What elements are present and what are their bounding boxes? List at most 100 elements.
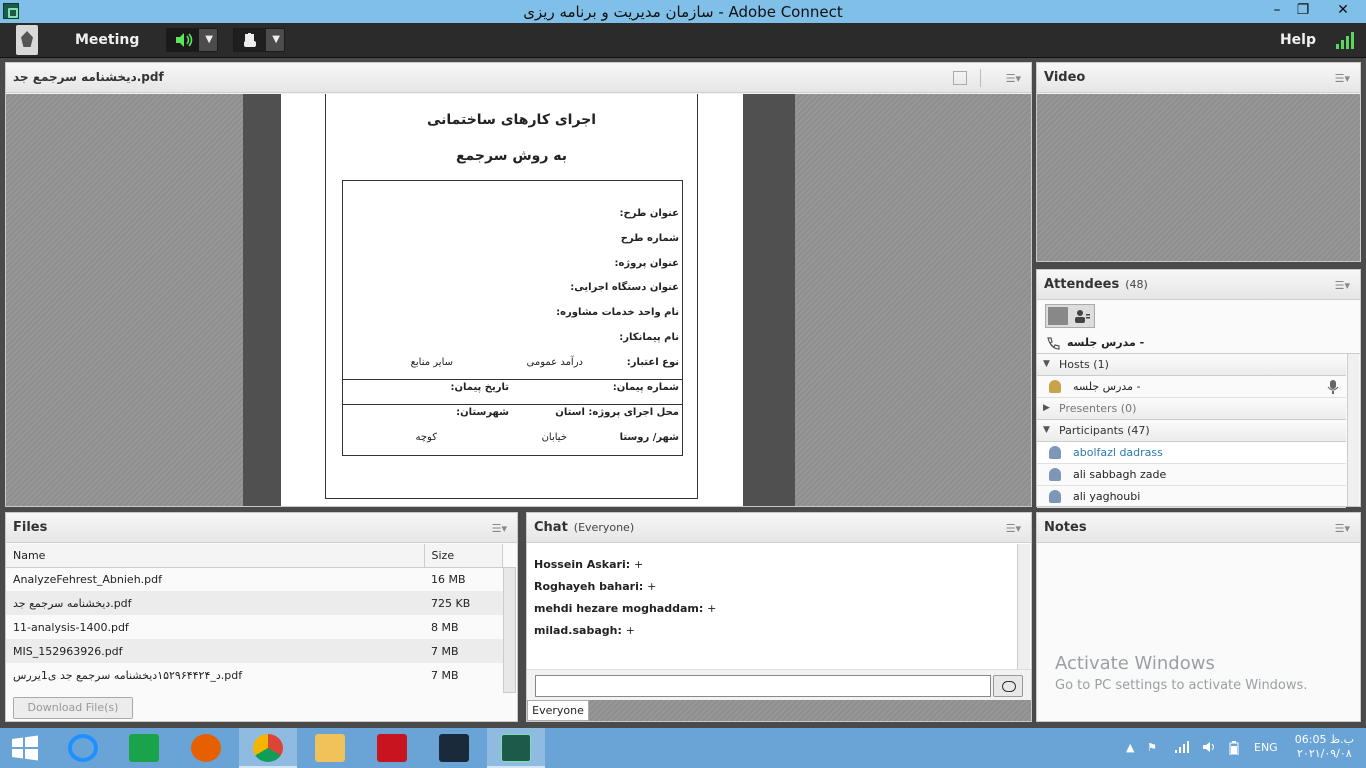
network-icon[interactable] <box>1175 741 1191 756</box>
presenters-section[interactable]: ▶ Presenters (0) <box>1037 398 1346 420</box>
table-row[interactable]: MIS_152963926.pdf 7 MB <box>6 639 503 663</box>
phone-icon <box>1047 337 1060 350</box>
chat-author: mehdi hezare moghaddam: <box>534 602 704 615</box>
list-view-icon[interactable] <box>1048 307 1068 325</box>
close-button[interactable]: ✕ <box>1328 0 1358 23</box>
send-message-button[interactable] <box>993 675 1023 697</box>
field-credit-other: سایر منابع <box>410 357 453 368</box>
column-header-size[interactable]: Size <box>424 544 503 568</box>
speaker-dropdown-icon[interactable]: ▼ <box>205 34 213 45</box>
raise-hand-control[interactable]: ▼ <box>233 28 285 52</box>
restore-button[interactable]: ❐ <box>1288 0 1318 23</box>
chat-message: Hossein Askari: + <box>534 558 1017 580</box>
video-pod-menu-icon[interactable]: ☰▾ <box>1335 72 1350 85</box>
download-files-button[interactable]: Download File(s) <box>13 697 133 719</box>
firefox-taskbar[interactable] <box>177 728 235 768</box>
status-view-icon[interactable] <box>1072 307 1092 325</box>
files-pod-menu-icon[interactable]: ☰▾ <box>492 522 507 535</box>
chat-author: Hossein Askari: <box>534 558 631 571</box>
field-contract-number: شماره پیمان: <box>612 382 679 393</box>
attendees-scrollbar[interactable] <box>1347 354 1359 506</box>
chat-pod-title: Chat (Everyone) <box>534 520 634 535</box>
tab-everyone[interactable]: Everyone <box>527 700 589 721</box>
file-explorer-taskbar[interactable] <box>301 728 359 768</box>
help-menu[interactable]: Help <box>1280 32 1316 48</box>
attendees-pod-header: Attendees (48) ☰▾ <box>1037 270 1360 300</box>
files-scrollbar[interactable] <box>503 567 516 693</box>
volume-icon[interactable] <box>1202 741 1216 756</box>
chat-input-row <box>527 669 1031 701</box>
file-size: 7 MB <box>431 668 459 682</box>
table-row[interactable]: د_۱۵۲۹۶۴۴۲۴دیخشنامه سرجمع جد ی1یررس.pdf 7… <box>6 663 503 687</box>
field-alley: کوچه <box>415 432 437 443</box>
participant-row[interactable]: abolfazl dadrass <box>1037 442 1346 464</box>
chrome-taskbar[interactable] <box>239 728 297 768</box>
table-row[interactable]: دیخشنامه سرجمع جد.pdf 725 KB <box>6 591 503 615</box>
attendees-pod-title: Attendees (48) <box>1044 277 1148 292</box>
speaker-button[interactable] <box>167 29 199 51</box>
table-row[interactable]: AnalyzeFehrest_Abnieh.pdf 16 MB <box>6 567 503 591</box>
participant-row[interactable]: ali yaghoubi <box>1037 486 1346 508</box>
table-row[interactable]: 11-analysis-1400.pdf 8 MB <box>6 615 503 639</box>
raise-hand-icon <box>244 33 256 47</box>
share-pod: دیخشنامه سرجمع جد.pdf ☰▾ اجرای کارهای سا… <box>5 62 1032 507</box>
chat-message: Roghayeh bahari: + <box>534 580 1017 602</box>
notes-pod-menu-icon[interactable]: ☰▾ <box>1335 522 1350 535</box>
clock-time: 06:05 ب.ظ <box>1294 733 1354 746</box>
windows-logo-icon <box>12 735 38 761</box>
attendees-title-label: Attendees <box>1044 277 1120 292</box>
chat-audience: (Everyone) <box>573 521 635 534</box>
participant-user-icon <box>1049 446 1061 459</box>
collapse-icon: ▼ <box>1043 425 1050 435</box>
share-pod-menu-icon[interactable]: ☰▾ <box>1006 72 1021 85</box>
chat-scrollbar[interactable] <box>1017 544 1030 669</box>
attendee-view-toggle[interactable] <box>1045 304 1095 328</box>
participant-row[interactable]: ali sabbagh zade <box>1037 464 1346 486</box>
current-user-row[interactable]: مدرس جلسه - <box>1037 332 1360 354</box>
file-size: 16 MB <box>431 572 466 586</box>
files-pod: Files ☰▾ Name Size AnalyzeFehrest_Abnieh… <box>5 512 518 722</box>
window-title: سازمان مدیریت و برنامه ریزی - Adobe Conn… <box>523 3 843 21</box>
raise-hand-button[interactable] <box>234 29 266 51</box>
file-name: دیخشنامه سرجمع جد.pdf <box>6 591 424 615</box>
adobe-connect-taskbar[interactable] <box>487 728 545 768</box>
status-dropdown-icon[interactable]: ▼ <box>272 34 280 45</box>
host-user-icon <box>1049 380 1061 393</box>
chat-message: milad.sabagh: + <box>534 624 1017 646</box>
column-header-name[interactable]: Name <box>6 544 425 568</box>
language-indicator[interactable]: ENG <box>1254 741 1278 754</box>
field-project-number: شماره طرح <box>620 233 679 244</box>
chat-title-label: Chat <box>534 520 568 535</box>
notes-pod-header: Notes ☰▾ <box>1037 513 1360 543</box>
document-page[interactable]: اجرای کارهای ساختمانی به روش سرجمع عنوان… <box>281 94 743 506</box>
presenters-label: Presenters (0) <box>1059 402 1137 415</box>
clock-date: ۲۰۲۱/۰۹/۰۸ <box>1297 747 1352 760</box>
file-size: 7 MB <box>424 639 503 663</box>
start-button[interactable] <box>0 728 58 768</box>
flag-icon[interactable]: ⚑ <box>1147 741 1157 754</box>
chat-input[interactable] <box>535 675 991 697</box>
internet-explorer-taskbar[interactable] <box>54 728 112 768</box>
acrobat-icon <box>377 734 407 762</box>
store-taskbar[interactable] <box>115 728 173 768</box>
acrobat-taskbar[interactable] <box>363 728 421 768</box>
speaker-control[interactable]: ▼ <box>166 28 218 52</box>
header-divider <box>980 69 981 87</box>
chat-pod-header: Chat (Everyone) ☰▾ <box>527 513 1031 543</box>
chat-messages: Hossein Askari: + Roghayeh bahari: + meh… <box>527 544 1017 669</box>
video-stage <box>1037 94 1360 261</box>
battery-icon[interactable] <box>1229 741 1239 758</box>
hosts-section[interactable]: ▼ Hosts (1) <box>1037 354 1346 376</box>
meeting-menu[interactable]: Meeting <box>75 32 139 48</box>
nox-taskbar[interactable] <box>425 728 483 768</box>
attendees-pod-menu-icon[interactable]: ☰▾ <box>1335 279 1350 292</box>
clock[interactable]: 06:05 ب.ظ ۲۰۲۱/۰۹/۰۸ <box>1295 733 1354 761</box>
show-hidden-icons[interactable]: ▲ <box>1126 741 1134 754</box>
attendees-pod: Attendees (48) ☰▾ مدرس جلسه - ▼ Hosts (1)… <box>1036 269 1361 508</box>
host-row[interactable]: مدرس جلسه - <box>1037 376 1346 398</box>
participants-section[interactable]: ▼ Participants (47) <box>1037 420 1346 442</box>
participant-user-icon <box>1049 468 1061 481</box>
fullscreen-icon[interactable] <box>953 71 967 85</box>
chat-pod-menu-icon[interactable]: ☰▾ <box>1006 522 1021 535</box>
chat-message: mehdi hezare moghaddam: + <box>534 602 1017 624</box>
